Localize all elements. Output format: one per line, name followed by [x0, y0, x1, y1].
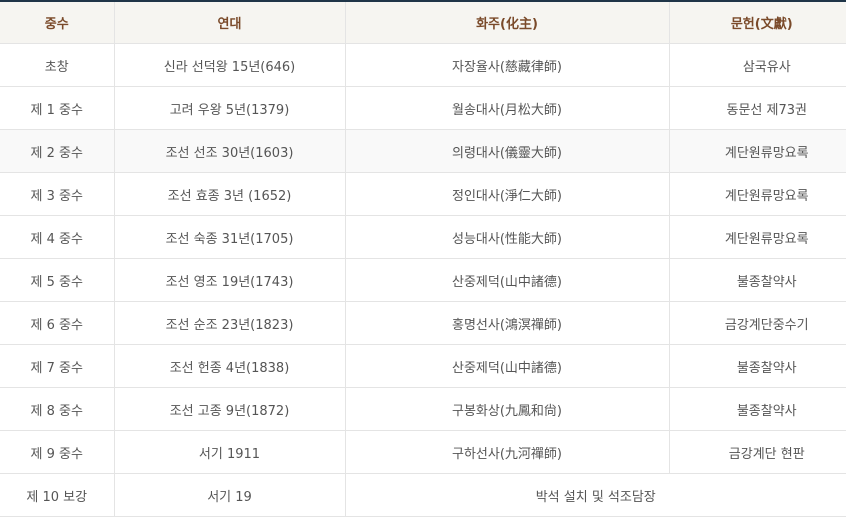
- table-row: 제 1 중수 고려 우왕 5년(1379) 월송대사(月松大師) 동문선 제73…: [0, 86, 846, 130]
- repair-history-table: 중수 연대 화주(化主) 문헌(文獻) 초창 신라 선덕왕 15년(646) 자…: [0, 0, 846, 517]
- cell-repair: 제 2 중수: [0, 129, 115, 173]
- page: 중수 연대 화주(化主) 문헌(文獻) 초창 신라 선덕왕 15년(646) 자…: [0, 0, 846, 525]
- cell-document: 불종찰약사: [669, 387, 846, 431]
- cell-patron: 산중제덕(山中諸德): [345, 258, 670, 302]
- cell-merged-description: 박석 설치 및 석조담장: [345, 473, 846, 517]
- cell-era: 조선 효종 3년 (1652): [114, 172, 346, 216]
- cell-repair: 제 3 중수: [0, 172, 115, 216]
- cell-repair: 초창: [0, 43, 115, 87]
- cell-patron: 의령대사(儀靈大師): [345, 129, 670, 173]
- cell-era: 조선 선조 30년(1603): [114, 129, 346, 173]
- cell-repair: 제 8 중수: [0, 387, 115, 431]
- table-row: 제 5 중수 조선 영조 19년(1743) 산중제덕(山中諸德) 불종찰약사: [0, 258, 846, 302]
- cell-era: 고려 우왕 5년(1379): [114, 86, 346, 130]
- table-row: 제 9 중수 서기 1911 구하선사(九河禪師) 금강계단 현판: [0, 430, 846, 474]
- table-row: 제 3 중수 조선 효종 3년 (1652) 정인대사(淨仁大師) 계단원류망요…: [0, 172, 846, 216]
- cell-repair: 제 6 중수: [0, 301, 115, 345]
- cell-document: 계단원류망요록: [669, 129, 846, 173]
- table-row: 초창 신라 선덕왕 15년(646) 자장율사(慈藏律師) 삼국유사: [0, 43, 846, 87]
- cell-repair: 제 9 중수: [0, 430, 115, 474]
- table-row: 제 8 중수 조선 고종 9년(1872) 구봉화상(九鳳和尙) 불종찰약사: [0, 387, 846, 431]
- cell-document: 동문선 제73권: [669, 86, 846, 130]
- cell-document: 계단원류망요록: [669, 215, 846, 259]
- cell-era: 조선 숙종 31년(1705): [114, 215, 346, 259]
- cell-era: 서기 1911: [114, 430, 346, 474]
- cell-era: 조선 헌종 4년(1838): [114, 344, 346, 388]
- cell-document: 불종찰약사: [669, 258, 846, 302]
- cell-repair: 제 4 중수: [0, 215, 115, 259]
- table-row: 제 10 보강 서기 19 박석 설치 및 석조담장: [0, 473, 846, 517]
- cell-document: 삼국유사: [669, 43, 846, 87]
- cell-era: 신라 선덕왕 15년(646): [114, 43, 346, 87]
- cell-document: 금강계단중수기: [669, 301, 846, 345]
- table-body: 초창 신라 선덕왕 15년(646) 자장율사(慈藏律師) 삼국유사 제 1 중…: [0, 43, 846, 517]
- cell-era: 조선 순조 23년(1823): [114, 301, 346, 345]
- cell-patron: 자장율사(慈藏律師): [345, 43, 670, 87]
- cell-repair: 제 7 중수: [0, 344, 115, 388]
- header-patron: 화주(化主): [345, 1, 670, 44]
- header-document: 문헌(文獻): [669, 1, 846, 44]
- cell-era: 조선 영조 19년(1743): [114, 258, 346, 302]
- cell-repair: 제 10 보강: [0, 473, 115, 517]
- cell-document: 불종찰약사: [669, 344, 846, 388]
- header-repair: 중수: [0, 1, 115, 44]
- table-row: 제 2 중수 조선 선조 30년(1603) 의령대사(儀靈大師) 계단원류망요…: [0, 129, 846, 173]
- table-row: 제 7 중수 조선 헌종 4년(1838) 산중제덕(山中諸德) 불종찰약사: [0, 344, 846, 388]
- cell-repair: 제 1 중수: [0, 86, 115, 130]
- cell-document: 금강계단 현판: [669, 430, 846, 474]
- cell-patron: 홍명선사(鴻溟禪師): [345, 301, 670, 345]
- cell-patron: 월송대사(月松大師): [345, 86, 670, 130]
- cell-era: 조선 고종 9년(1872): [114, 387, 346, 431]
- cell-patron: 산중제덕(山中諸德): [345, 344, 670, 388]
- table-header: 중수 연대 화주(化主) 문헌(文獻): [0, 1, 846, 44]
- table-row: 제 4 중수 조선 숙종 31년(1705) 성능대사(性能大師) 계단원류망요…: [0, 215, 846, 259]
- cell-patron: 구하선사(九河禪師): [345, 430, 670, 474]
- header-era: 연대: [114, 1, 346, 44]
- cell-era: 서기 19: [114, 473, 346, 517]
- cell-patron: 정인대사(淨仁大師): [345, 172, 670, 216]
- cell-document: 계단원류망요록: [669, 172, 846, 216]
- cell-patron: 성능대사(性能大師): [345, 215, 670, 259]
- cell-patron: 구봉화상(九鳳和尙): [345, 387, 670, 431]
- cell-repair: 제 5 중수: [0, 258, 115, 302]
- header-row: 중수 연대 화주(化主) 문헌(文獻): [0, 1, 846, 44]
- table-row: 제 6 중수 조선 순조 23년(1823) 홍명선사(鴻溟禪師) 금강계단중수…: [0, 301, 846, 345]
